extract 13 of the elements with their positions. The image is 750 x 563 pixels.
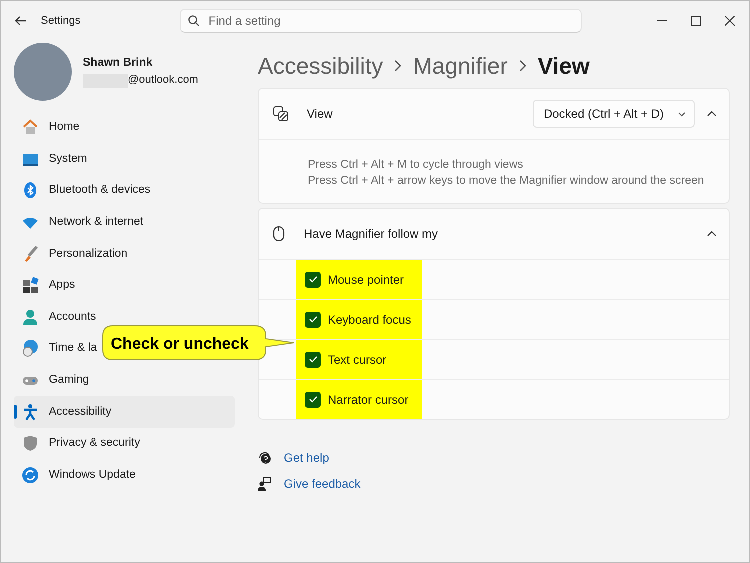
window-title: Settings: [41, 14, 81, 29]
hint-text: Press Ctrl + Alt + M to cycle through views: [308, 158, 524, 173]
profile-email: @outlook.com: [128, 73, 198, 88]
profile-name: Shawn Brink: [83, 56, 154, 72]
checkbox-label: Mouse pointer: [328, 272, 404, 288]
checkbox-label: Text cursor: [328, 352, 387, 368]
card-title: View: [307, 106, 333, 123]
callout-text: Check or uncheck: [111, 335, 249, 355]
checkbox-label: Keyboard focus: [328, 312, 412, 328]
breadcrumb-item: View: [538, 52, 590, 81]
checkbox-label: Narrator cursor: [328, 392, 409, 408]
hint-text: Press Ctrl + Alt + arrow keys to move the Magnifier window around the screen: [308, 174, 706, 189]
card-title: Have Magnifier follow my: [304, 226, 438, 243]
